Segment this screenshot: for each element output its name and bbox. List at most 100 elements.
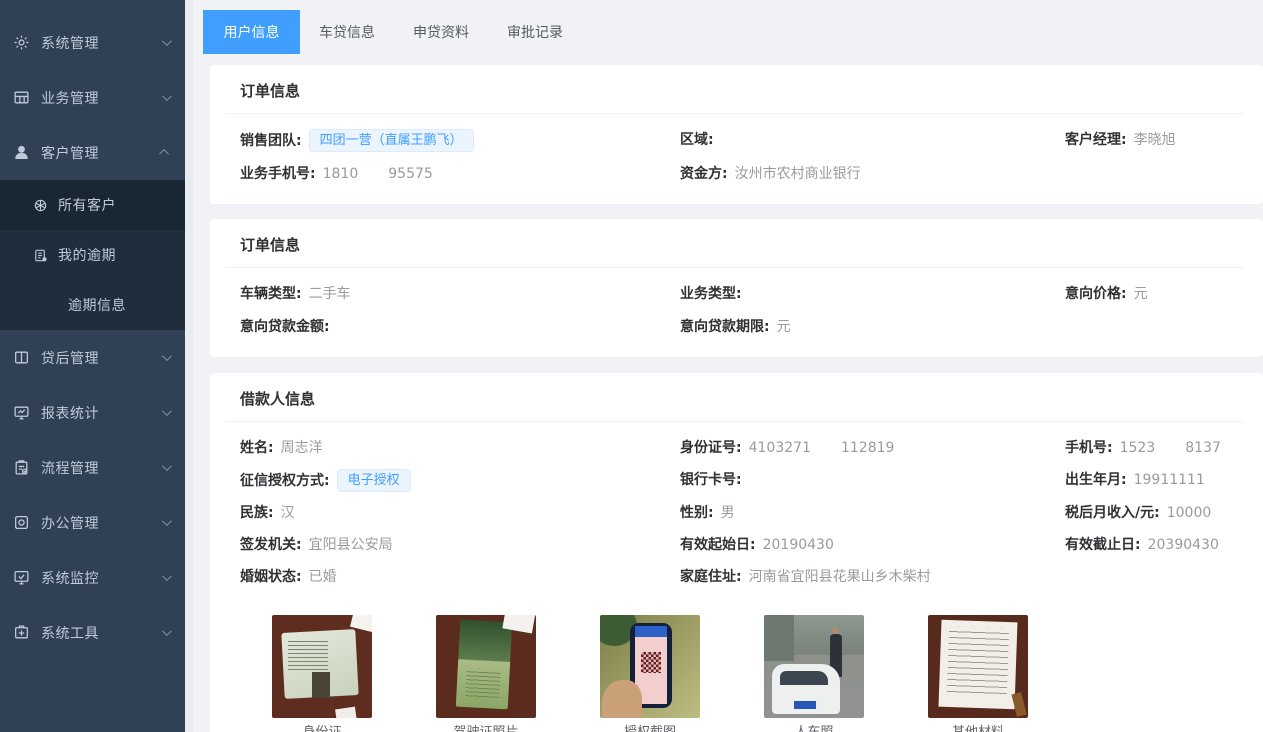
sidebar-item-label: 流程管理 bbox=[41, 458, 162, 478]
sidebar-item-business-mgmt[interactable]: 业务管理 bbox=[0, 70, 185, 125]
sidebar-item-label: 我的逾期 bbox=[58, 245, 116, 265]
clipboard-icon bbox=[13, 459, 30, 476]
borrower-photos: 身份证 驾驶证照片 授权截图 bbox=[272, 615, 1243, 732]
sidebar-item-postloan-mgmt[interactable]: 贷后管理 bbox=[0, 330, 185, 385]
sidebar-item-system-monitor[interactable]: 系统监控 bbox=[0, 550, 185, 605]
detail-tabs: 用户信息 车贷信息 申贷资料 审批记录 bbox=[203, 10, 1263, 54]
phone-qr-photo[interactable] bbox=[600, 615, 700, 718]
section-title: 借款人信息 bbox=[240, 389, 1243, 409]
sidebar-item-label: 报表统计 bbox=[41, 403, 162, 423]
order-info-card-2: 订单信息 车辆类型:二手车 业务类型: 意向价格:元 意向贷款金额: 意向贷款期… bbox=[210, 219, 1263, 357]
chevron-down-icon bbox=[162, 36, 172, 46]
photo-item: 身份证 bbox=[272, 615, 372, 732]
sidebar-item-customer-mgmt[interactable]: 客户管理 bbox=[0, 125, 185, 180]
notebook-icon bbox=[33, 248, 48, 263]
section-title: 订单信息 bbox=[240, 235, 1243, 255]
section-title: 订单信息 bbox=[240, 81, 1243, 101]
field-intended-price: 意向价格:元 bbox=[1065, 283, 1243, 306]
field-intended-loan-amount: 意向贷款金额: bbox=[240, 316, 680, 339]
chevron-down-icon bbox=[162, 406, 172, 416]
field-birth-date: 出生年月:19911111 bbox=[1065, 469, 1243, 493]
chevron-down-icon bbox=[162, 91, 172, 101]
field-home-address: 家庭住址:河南省宜阳县花果山乡木柴村 bbox=[680, 566, 1065, 589]
photo-item: 授权截图 bbox=[600, 615, 700, 732]
field-id-number: 身份证号:4103271112819 bbox=[680, 437, 1065, 460]
borrower-info-card: 借款人信息 姓名:周志洋 身份证号:4103271112819 手机号:1523… bbox=[210, 373, 1263, 732]
paper-doc-photo[interactable] bbox=[928, 615, 1028, 718]
field-gender: 性别:男 bbox=[680, 502, 1065, 525]
photo-caption: 身份证 bbox=[272, 725, 372, 732]
divider bbox=[225, 113, 1243, 114]
chevron-down-icon bbox=[162, 461, 172, 471]
person-car-photo[interactable] bbox=[764, 615, 864, 718]
sidebar-item-my-overdue[interactable]: 我的逾期 bbox=[0, 230, 185, 280]
field-account-manager: 客户经理:李晓旭 bbox=[1065, 129, 1243, 153]
field-name: 姓名:周志洋 bbox=[240, 437, 680, 460]
sidebar-item-label: 办公管理 bbox=[41, 513, 162, 533]
sidebar-item-label: 系统管理 bbox=[41, 33, 162, 53]
sidebar-item-label: 客户管理 bbox=[41, 143, 162, 163]
divider bbox=[225, 267, 1243, 268]
main-content: 用户信息 车贷信息 申贷资料 审批记录 订单信息 销售团队:四团一营（直属王鹏飞… bbox=[185, 0, 1263, 732]
tab-user-info[interactable]: 用户信息 bbox=[203, 10, 300, 54]
photo-item: 其他材料 bbox=[928, 615, 1028, 732]
sidebar-item-label: 业务管理 bbox=[41, 88, 162, 108]
office-icon bbox=[13, 514, 30, 531]
field-business-type: 业务类型: bbox=[680, 283, 1065, 306]
content-edge-strip bbox=[185, 0, 193, 732]
field-marital-status: 婚姻状态:已婚 bbox=[240, 566, 680, 589]
sidebar-item-label: 逾期信息 bbox=[68, 295, 126, 315]
photo-caption: 其他材料 bbox=[928, 725, 1028, 732]
photo-caption: 授权截图 bbox=[600, 725, 700, 732]
chevron-down-icon bbox=[162, 626, 172, 636]
sidebar-item-office-mgmt[interactable]: 办公管理 bbox=[0, 495, 185, 550]
field-mobile-phone: 手机号:15238137 bbox=[1065, 437, 1243, 460]
monitor-check-icon bbox=[13, 569, 30, 586]
sidebar-item-overdue-info[interactable]: 逾期信息 bbox=[0, 280, 185, 330]
hand-shape bbox=[602, 680, 642, 718]
field-monthly-income: 税后月收入/元:10000 bbox=[1065, 502, 1243, 525]
gear-icon bbox=[13, 34, 30, 51]
sidebar-item-label: 所有客户 bbox=[58, 195, 116, 215]
photo-caption: 人车照 bbox=[764, 725, 864, 732]
divider bbox=[225, 421, 1243, 422]
order-info-card-1: 订单信息 销售团队:四团一营（直属王鹏飞） 区域: 客户经理:李晓旭 业务手机号… bbox=[210, 65, 1263, 204]
sidebar-item-report-stats[interactable]: 报表统计 bbox=[0, 385, 185, 440]
chevron-down-icon bbox=[162, 351, 172, 361]
sidebar-item-workflow-mgmt[interactable]: 流程管理 bbox=[0, 440, 185, 495]
table-icon bbox=[13, 89, 30, 106]
field-valid-from: 有效起始日:20190430 bbox=[680, 534, 1065, 557]
green-booklet-photo[interactable] bbox=[436, 615, 536, 718]
tab-car-loan-info[interactable]: 车贷信息 bbox=[300, 10, 394, 54]
field-sales-team: 销售团队:四团一营（直属王鹏飞） bbox=[240, 129, 680, 153]
sidebar-item-label: 系统工具 bbox=[41, 623, 162, 643]
tab-loan-application-docs[interactable]: 申贷资料 bbox=[394, 10, 488, 54]
sidebar-item-label: 系统监控 bbox=[41, 568, 162, 588]
photo-caption: 驾驶证照片 bbox=[436, 725, 536, 732]
qr-code-shape bbox=[641, 652, 661, 673]
field-business-phone: 业务手机号:181095575 bbox=[240, 163, 680, 186]
customer-submenu: 所有客户 我的逾期 逾期信息 bbox=[0, 180, 185, 330]
customers-icon bbox=[33, 198, 48, 213]
field-region: 区域: bbox=[680, 129, 1065, 153]
sidebar-item-all-customers[interactable]: 所有客户 bbox=[0, 180, 185, 230]
field-bank-card: 银行卡号: bbox=[680, 469, 1065, 493]
photo-item: 人车照 bbox=[764, 615, 864, 732]
sidebar-item-system-mgmt[interactable]: 系统管理 bbox=[0, 15, 185, 70]
field-vehicle-type: 车辆类型:二手车 bbox=[240, 283, 680, 306]
sidebar: 系统管理 业务管理 客户管理 所有客户 我的逾期 逾期信息 bbox=[0, 0, 185, 732]
tab-approval-records[interactable]: 审批记录 bbox=[488, 10, 582, 54]
field-issuing-authority: 签发机关:宜阳县公安局 bbox=[240, 534, 680, 557]
sales-team-tag[interactable]: 四团一营（直属王鹏飞） bbox=[309, 129, 474, 152]
field-funder: 资金方:汝州市农村商业银行 bbox=[680, 163, 1065, 186]
portrait-shape bbox=[312, 672, 330, 699]
monitor-icon bbox=[13, 404, 30, 421]
id-card-photo[interactable] bbox=[272, 615, 372, 718]
chevron-down-icon bbox=[162, 571, 172, 581]
photo-item: 驾驶证照片 bbox=[436, 615, 536, 732]
field-intended-loan-term: 意向贷款期限:元 bbox=[680, 316, 1065, 339]
toolbox-icon bbox=[13, 624, 30, 641]
book-icon bbox=[13, 349, 30, 366]
field-valid-to: 有效截止日:20390430 bbox=[1065, 534, 1243, 557]
sidebar-item-system-tools[interactable]: 系统工具 bbox=[0, 605, 185, 660]
